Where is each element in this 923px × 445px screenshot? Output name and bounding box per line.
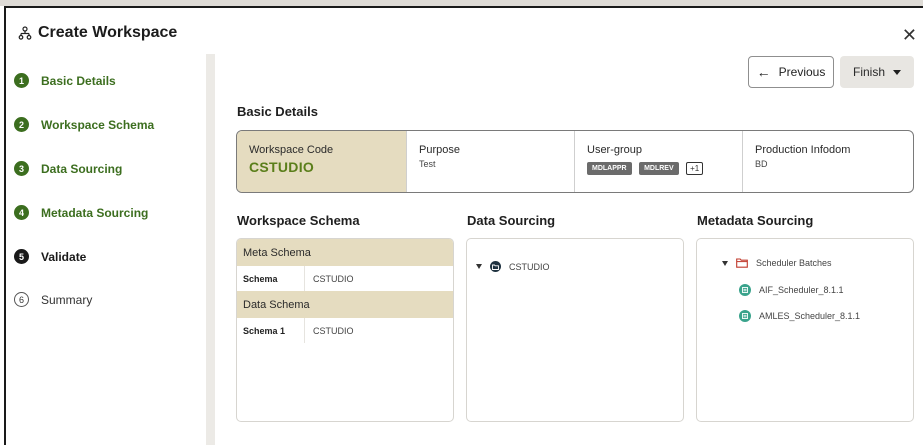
close-icon[interactable]: ✕	[902, 26, 917, 44]
finish-button[interactable]: Finish	[840, 56, 914, 88]
folder-icon	[736, 258, 748, 268]
step-validate[interactable]: 5 Validate	[14, 249, 86, 264]
meta-schema-header: Meta Schema	[237, 239, 453, 266]
tree-item-cstudio[interactable]: CSTUDIO	[476, 261, 550, 272]
data-schema-header: Data Schema	[237, 291, 453, 318]
step-number: 3	[14, 161, 29, 176]
table-row: Schema CSTUDIO	[237, 266, 453, 291]
workspace-icon	[18, 26, 32, 40]
tree-item-amles-scheduler[interactable]: AMLES_Scheduler_8.1.1	[739, 310, 860, 322]
data-sourcing-panel: CSTUDIO	[466, 238, 684, 422]
step-label: Workspace Schema	[41, 117, 155, 132]
step-number: 6	[14, 292, 29, 307]
production-infodom-cell: Production Infodom BD	[743, 131, 913, 192]
sidebar-divider	[206, 54, 215, 445]
arrow-left-icon: ←	[756, 64, 771, 80]
production-infodom-value: BD	[755, 159, 768, 169]
basic-details-card: Workspace Code CSTUDIO Purpose Test User…	[236, 130, 914, 193]
batch-document-icon	[739, 310, 751, 322]
step-data-sourcing[interactable]: 3 Data Sourcing	[14, 161, 122, 176]
tree-folder-scheduler-batches[interactable]: Scheduler Batches	[722, 258, 832, 268]
schema-value: CSTUDIO	[313, 273, 354, 284]
schema-key: Schema 1	[237, 318, 305, 343]
basic-details-heading: Basic Details	[237, 104, 318, 119]
tree-folder-label: Scheduler Batches	[756, 258, 832, 268]
step-summary[interactable]: 6 Summary	[14, 292, 92, 307]
tree-item-aif-scheduler[interactable]: AIF_Scheduler_8.1.1	[739, 284, 844, 296]
workspace-schema-panel: Meta Schema Schema CSTUDIO Data Schema S…	[236, 238, 454, 422]
metadata-sourcing-heading: Metadata Sourcing	[697, 213, 814, 228]
workspace-code-label: Workspace Code	[249, 144, 334, 156]
production-infodom-label: Production Infodom	[755, 144, 851, 156]
step-label: Validate	[41, 249, 87, 264]
step-label: Summary	[41, 292, 93, 307]
step-number: 4	[14, 205, 29, 220]
page-title: Create Workspace	[38, 24, 178, 41]
dialog-header: Create Workspace	[18, 24, 177, 42]
user-group-badge: MDLAPPR	[587, 162, 632, 176]
user-group-more-badge[interactable]: +1	[686, 162, 704, 176]
schema-value: CSTUDIO	[313, 325, 354, 336]
step-number: 2	[14, 117, 29, 132]
data-sourcing-heading: Data Sourcing	[467, 213, 556, 228]
chevron-down-icon	[893, 69, 901, 75]
workspace-schema-heading: Workspace Schema	[237, 213, 360, 228]
step-number: 1	[14, 73, 29, 88]
expand-triangle-icon[interactable]	[722, 260, 728, 266]
step-workspace-schema[interactable]: 2 Workspace Schema	[14, 117, 154, 132]
workspace-code-value: CSTUDIO	[249, 159, 315, 175]
tree-item-label: CSTUDIO	[509, 261, 550, 272]
step-number: 5	[14, 249, 29, 264]
purpose-value: Test	[419, 159, 436, 169]
expand-triangle-icon[interactable]	[476, 264, 482, 269]
previous-button[interactable]: ← Previous	[748, 56, 834, 88]
table-row: Schema 1 CSTUDIO	[237, 318, 453, 343]
metadata-sourcing-panel: Scheduler Batches AIF_Scheduler_8.1.1 AM…	[696, 238, 914, 422]
workspace-code-cell: Workspace Code CSTUDIO	[237, 131, 407, 192]
database-folder-icon	[490, 261, 501, 272]
step-metadata-sourcing[interactable]: 4 Metadata Sourcing	[14, 205, 148, 220]
user-group-badge: MDLREV	[639, 162, 679, 176]
user-group-cell: User-group MDLAPPR MDLREV +1	[575, 131, 743, 192]
step-basic-details[interactable]: 1 Basic Details	[14, 73, 116, 88]
previous-label: Previous	[778, 65, 826, 79]
schema-key: Schema	[237, 266, 305, 291]
purpose-cell: Purpose Test	[407, 131, 575, 192]
step-label: Basic Details	[41, 73, 116, 88]
purpose-label: Purpose	[419, 144, 460, 156]
user-group-label: User-group	[587, 144, 643, 156]
step-label: Metadata Sourcing	[41, 205, 149, 220]
finish-label: Finish	[852, 65, 885, 79]
tree-item-label: AMLES_Scheduler_8.1.1	[759, 311, 861, 321]
step-label: Data Sourcing	[41, 161, 123, 176]
tree-item-label: AIF_Scheduler_8.1.1	[759, 285, 844, 295]
batch-document-icon	[739, 284, 751, 296]
